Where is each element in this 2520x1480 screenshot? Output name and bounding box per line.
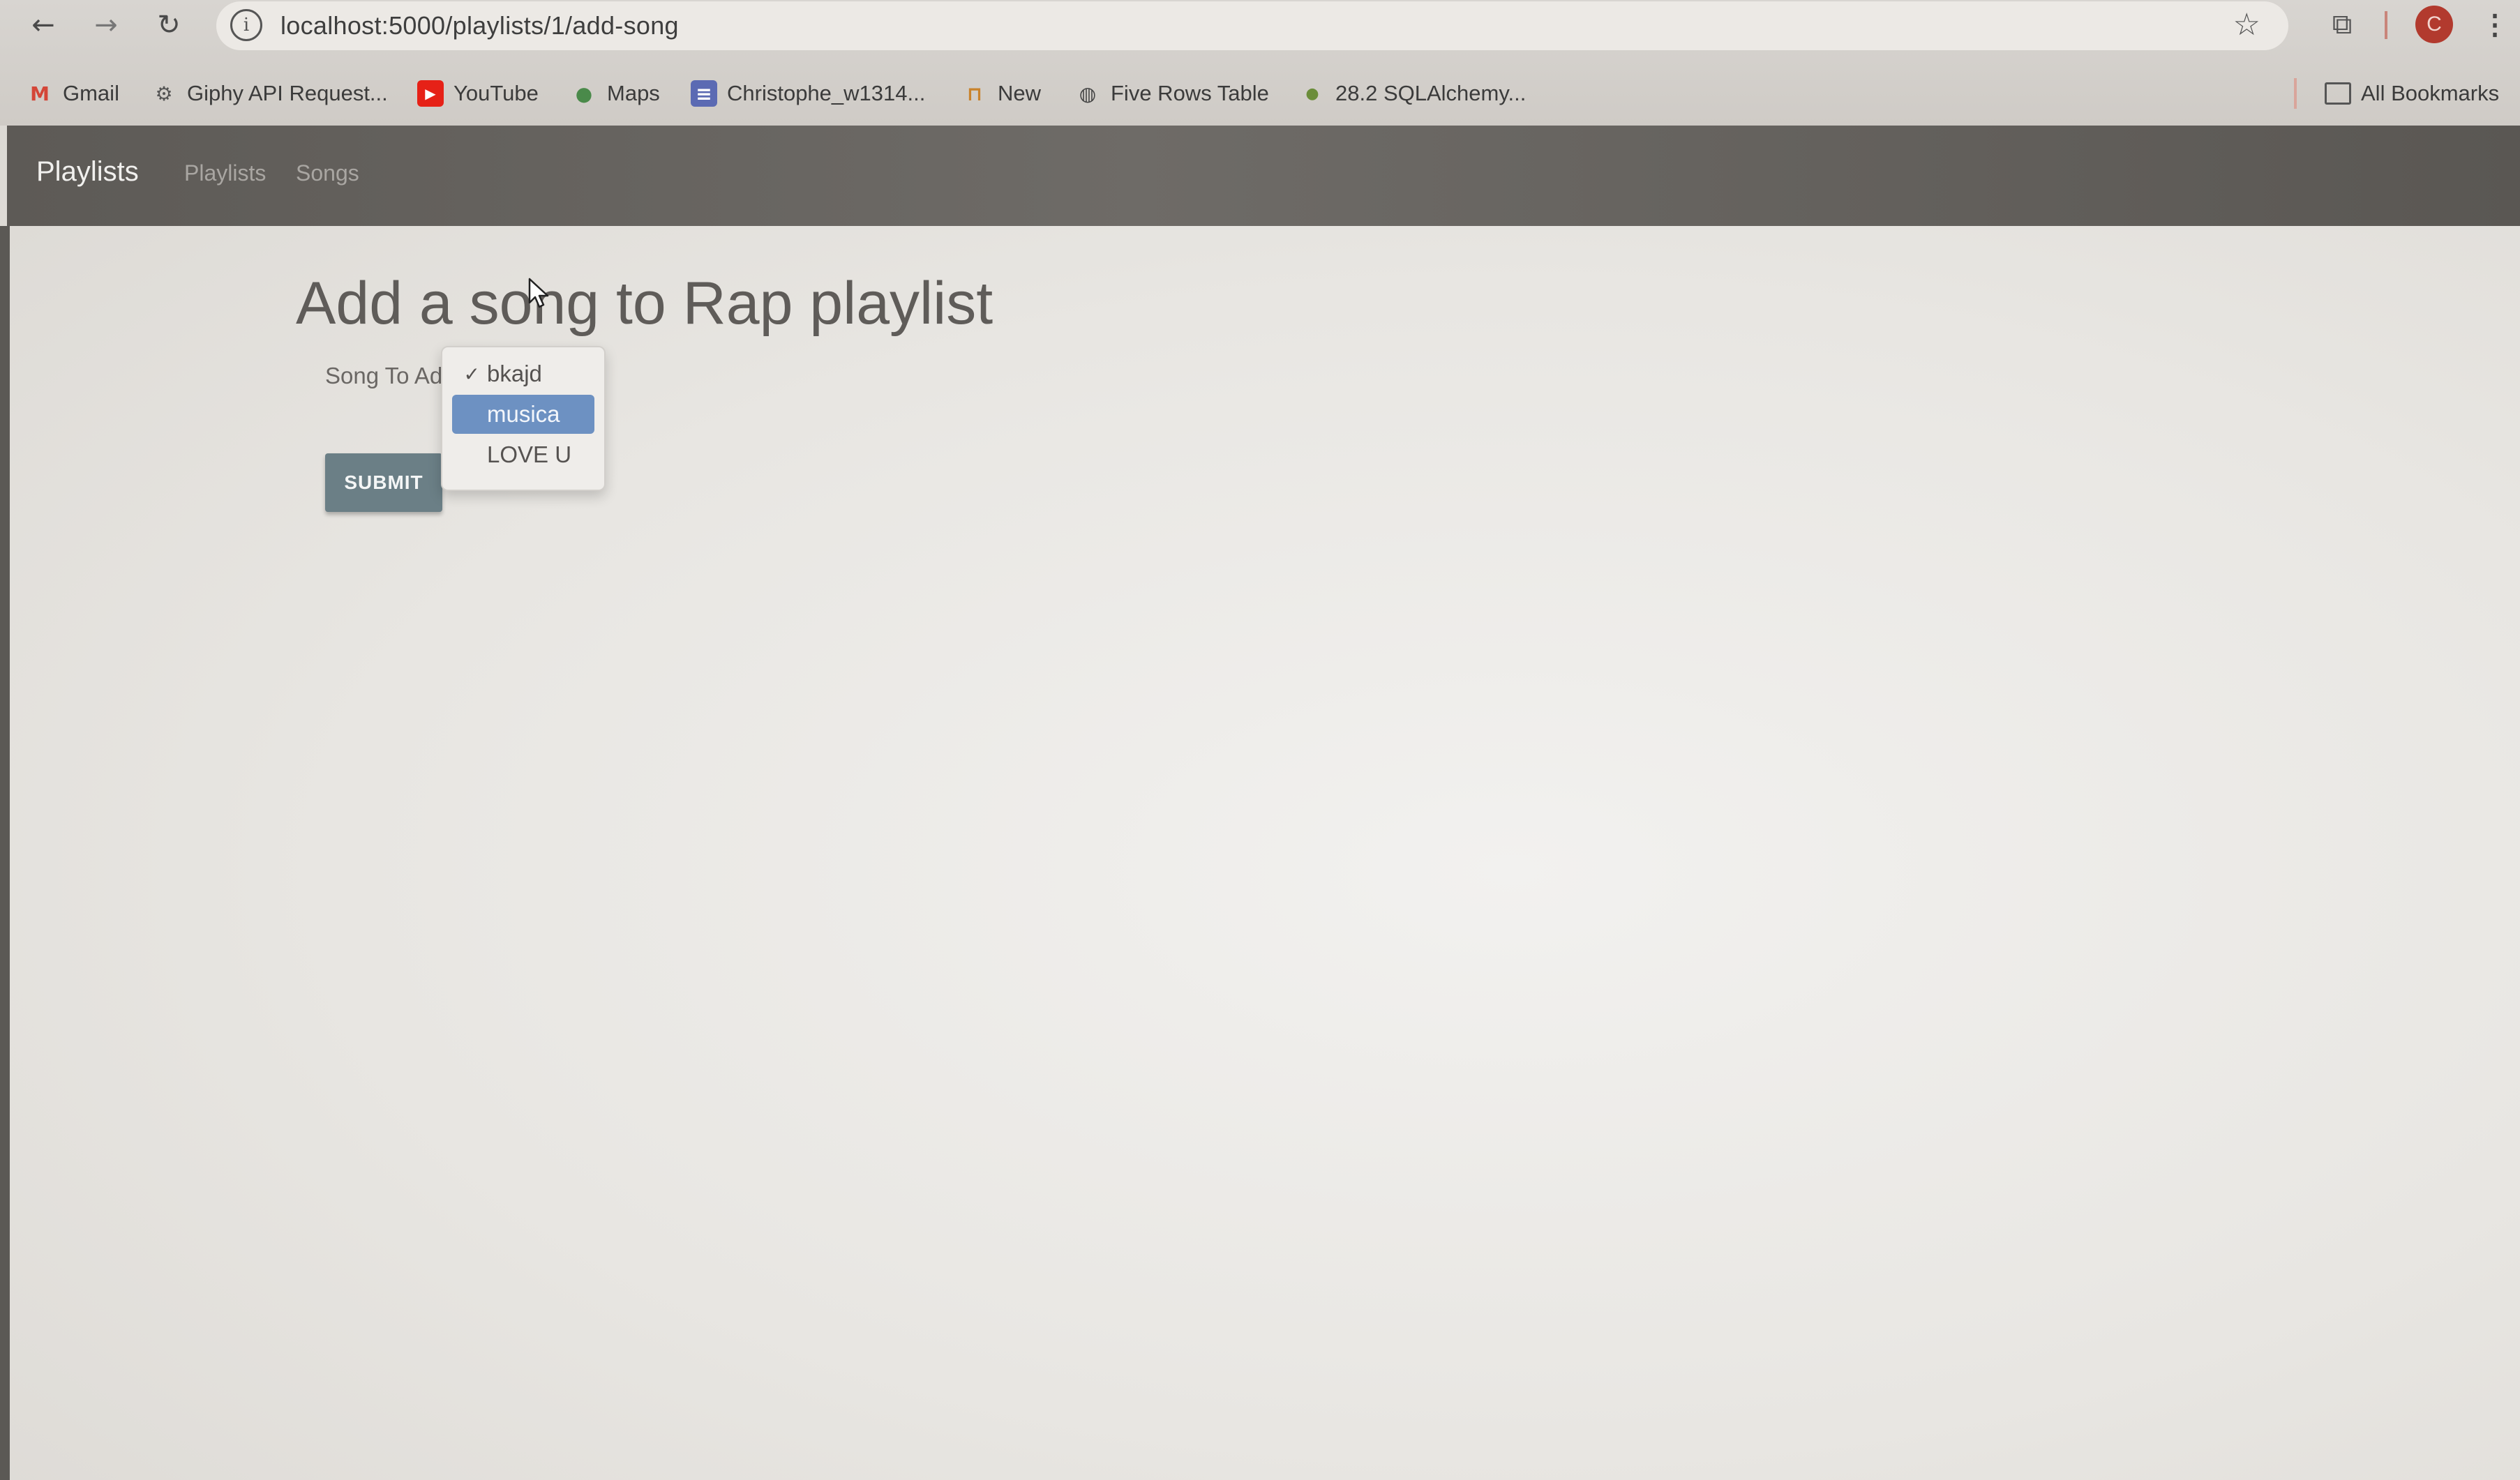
address-bar[interactable]: i localhost:5000/playlists/1/add-song ☆ [216,1,2288,50]
bookmark-gmail[interactable]: M Gmail [27,77,119,110]
bookmark-youtube[interactable]: ▶ YouTube [417,77,539,110]
bookmark-label: 28.2 SQLAlchemy... [1335,81,1527,105]
option-label: musica [487,401,560,427]
screen-bezel [0,226,10,1480]
gear-icon: ⚙ [155,82,173,105]
bookmark-label: Christophe_w1314... [727,81,926,105]
select-option-musica[interactable]: musica [452,395,594,434]
person-icon: ● [1305,84,1319,103]
check-icon: ✓ [463,362,480,386]
bookmark-label: New [998,81,1042,105]
globe-icon: ◍ [1079,82,1097,105]
bookmark-label: Maps [607,81,660,105]
all-bookmarks[interactable]: All Bookmarks [2325,77,2499,110]
extensions-icon[interactable]: ⧉ [2323,6,2361,43]
bookmark-label: Giphy API Request... [187,81,388,105]
select-option-bkajd[interactable]: ✓ bkajd [452,354,594,393]
all-bookmarks-label: All Bookmarks [2361,81,2500,105]
nav-link-playlists[interactable]: Playlists [184,160,266,186]
song-field-label: Song To Ad [325,363,443,388]
mouse-pointer-icon [528,278,549,308]
browser-toolbar: ← → ↻ i localhost:5000/playlists/1/add-s… [0,0,2520,53]
bookmarks-divider [2294,78,2297,109]
doc-icon: ≡ [691,80,717,107]
song-select-dropdown[interactable]: ✓ bkajd musica LOVE U [441,346,606,491]
option-label: bkajd [487,361,542,386]
profile-avatar[interactable]: C [2415,6,2453,43]
navbar-brand[interactable]: Playlists [36,156,139,188]
page: Playlists Playlists Songs Add a song to … [0,126,2520,1480]
gmail-icon: M [30,82,50,105]
option-label: LOVE U [487,441,572,467]
bookmark-label: Five Rows Table [1111,81,1269,105]
site-info-icon[interactable]: i [230,9,262,41]
back-icon[interactable]: ← [22,4,64,46]
reload-icon[interactable]: ↻ [148,4,190,46]
jupyter-icon: ⊓ [966,82,983,105]
bookmark-five-rows[interactable]: ◍ Five Rows Table [1074,77,1269,110]
select-option-love-u[interactable]: LOVE U [452,435,594,474]
bookmark-maps[interactable]: ● Maps [571,77,660,110]
nav-link-songs[interactable]: Songs [296,160,359,186]
bookmark-sqlalchemy[interactable]: ● 28.2 SQLAlchemy... [1299,77,1526,110]
bookmark-label: YouTube [453,81,539,105]
page-title: Add a song to Rap playlist [296,270,993,337]
toolbar-divider [2385,11,2387,39]
browser-menu-icon[interactable]: ⋮ [2481,4,2509,46]
submit-button[interactable]: SUBMIT [325,453,442,512]
map-pin-icon: ● [575,82,593,105]
folder-icon [2325,82,2351,105]
bookmark-new[interactable]: ⊓ New [961,77,1041,110]
bookmark-christophe[interactable]: ≡ Christophe_w1314... [691,77,925,110]
browser-chrome: ← → ↻ i localhost:5000/playlists/1/add-s… [0,0,2520,126]
bookmark-star-icon[interactable]: ☆ [2233,7,2260,43]
url-text[interactable]: localhost:5000/playlists/1/add-song [280,11,679,40]
youtube-icon: ▶ [417,80,444,107]
forward-icon[interactable]: → [85,4,127,46]
bookmarks-bar: M Gmail ⚙ Giphy API Request... ▶ YouTube… [0,70,2520,119]
app-navbar: Playlists Playlists Songs [7,126,2520,226]
bookmark-giphy[interactable]: ⚙ Giphy API Request... [151,77,388,110]
bookmark-label: Gmail [63,81,119,105]
